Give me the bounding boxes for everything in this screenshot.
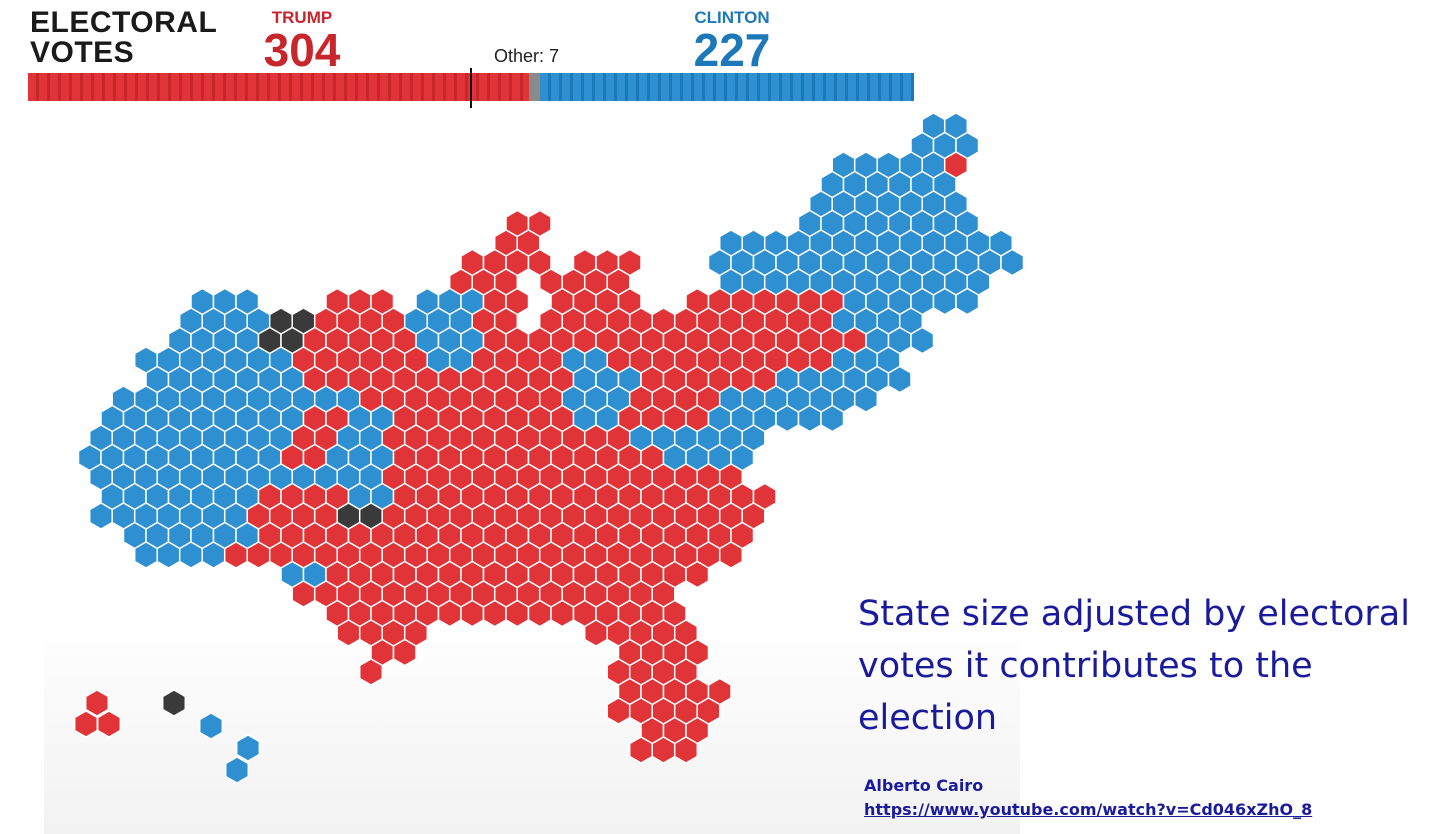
state-hex (685, 560, 710, 589)
state-hex (505, 599, 530, 628)
clinton-bar-segment (540, 73, 914, 101)
state-hex (932, 287, 957, 316)
state-hex (223, 541, 249, 569)
state-hex (437, 599, 462, 628)
state-hex (550, 599, 575, 628)
credit-author: Alberto Cairo (864, 776, 984, 795)
title-line-1: ELECTORAL (30, 6, 218, 39)
state-hex (797, 404, 822, 433)
state-hex (887, 365, 912, 394)
state-hex (392, 638, 417, 667)
trump-votes: 304 (263, 24, 341, 76)
credit-block: Alberto Cairo https://www.youtube.com/wa… (864, 774, 1312, 822)
electoral-votes-title: ELECTORAL VOTES (30, 8, 217, 68)
territory-hex (96, 710, 122, 738)
state-hex (606, 697, 631, 725)
state-hex (88, 502, 114, 530)
map-caption: State size adjusted by electoral votes i… (858, 594, 1410, 738)
title-line-2: VOTES (30, 36, 135, 69)
state-hex (246, 541, 271, 569)
state-hex (718, 541, 744, 569)
territory-hex (198, 712, 224, 740)
state-hex (820, 404, 845, 433)
state-hex (853, 385, 879, 413)
trump-tally: TRUMP 304 (260, 9, 344, 76)
electoral-votes-header: ELECTORAL VOTES TRUMP 304 Other: 7 CLINT… (28, 6, 916, 108)
state-hex (775, 404, 800, 433)
state-hex (133, 541, 159, 569)
trump-bar-segment (28, 73, 529, 101)
clinton-votes: 227 (693, 24, 771, 76)
credit-link[interactable]: https://www.youtube.com/watch?v=Cd046xZh… (864, 800, 1312, 819)
other-votes-label: Other: 7 (494, 46, 560, 66)
state-hex (673, 736, 699, 764)
state-hex (482, 599, 507, 628)
territory-hex (224, 756, 250, 784)
state-hex (628, 736, 654, 764)
state-hex (527, 599, 552, 628)
state-hex (291, 580, 316, 608)
state-hex (178, 541, 204, 569)
state-hex (955, 287, 980, 316)
state-hex (651, 736, 676, 764)
state-hex (460, 599, 485, 628)
clinton-tally: CLINTON 227 (688, 9, 776, 76)
state-hex (910, 326, 935, 355)
territory-hex (235, 734, 261, 762)
state-hex (336, 619, 361, 647)
majority-marker (470, 68, 472, 108)
state-hex (358, 658, 384, 686)
territory-hex (161, 689, 187, 717)
state-hex (1000, 248, 1025, 277)
territory-hex (73, 710, 99, 738)
state-hex (156, 541, 181, 569)
state-hex (583, 619, 609, 647)
other-bar-segment (528, 73, 541, 101)
state-hex (201, 541, 226, 569)
